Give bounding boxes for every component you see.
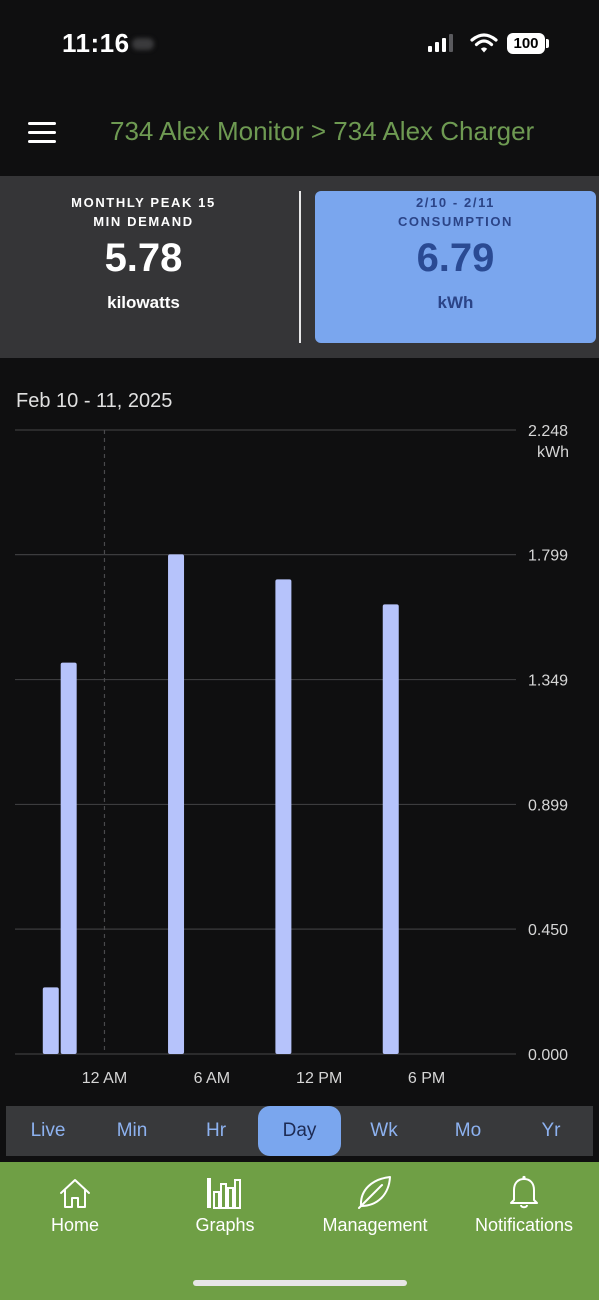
consumption-label-line1: 2/10 - 2/11: [415, 195, 496, 210]
chart-bar: [382, 604, 399, 1054]
y-tick-label: 0.899: [528, 797, 568, 814]
consumption-unit: kWh: [437, 293, 474, 312]
consumption-card[interactable]: 2/10 - 2/11 CONSUMPTION 6.79 kWh: [315, 191, 596, 343]
chart-bar: [168, 554, 185, 1054]
status-time: 11:16: [62, 28, 130, 58]
x-tick-label: 12 AM: [82, 1070, 127, 1087]
cellular-signal-icon: [428, 34, 453, 52]
consumption-chart[interactable]: 0.000 0.450 0.899 1.349 1.799 2.248 kWh 12 AM 6 …: [0, 420, 599, 1100]
y-tick-label: 1.349: [528, 673, 568, 690]
battery-icon: 100: [507, 33, 545, 54]
range-tabs: Live Min Hr Day Wk Mo Yr: [6, 1106, 593, 1156]
nav-home-label: Home: [50, 1215, 99, 1235]
nav-home[interactable]: Home: [20, 1162, 130, 1236]
tab-day[interactable]: Day: [258, 1106, 341, 1156]
peak-demand-unit: kilowatts: [107, 293, 180, 312]
nav-management[interactable]: Management: [310, 1162, 440, 1236]
x-tick-label: 12 PM: [296, 1070, 342, 1087]
battery-tip: [546, 39, 549, 48]
nav-notifications[interactable]: Notifications: [462, 1162, 586, 1236]
leaf-icon: [358, 1176, 391, 1209]
peak-label-line2: MIN DEMAND: [93, 214, 194, 229]
bell-icon: [510, 1175, 538, 1209]
tab-live[interactable]: Live: [6, 1106, 90, 1156]
home-icon: [60, 1179, 90, 1208]
wifi-icon: [470, 33, 498, 53]
summary-divider: [299, 191, 301, 343]
page-title[interactable]: 734 Alex Monitor > 734 Alex Charger: [110, 116, 534, 147]
chart-date-range: Feb 10 - 11, 2025: [16, 390, 173, 412]
tab-hr[interactable]: Hr: [174, 1106, 258, 1156]
chart-bar: [275, 579, 292, 1054]
blurred-carrier-indicator: [132, 38, 154, 50]
nav-management-label: Management: [322, 1215, 428, 1235]
chart-bar: [60, 662, 77, 1054]
y-tick-label: 1.799: [528, 548, 568, 565]
tab-wk[interactable]: Wk: [342, 1106, 426, 1156]
peak-demand-value: 5.78: [104, 236, 183, 280]
peak-label-line1: MONTHLY PEAK 15: [71, 195, 216, 210]
x-tick-label: 6 PM: [408, 1070, 445, 1087]
home-indicator: [193, 1280, 407, 1286]
y-tick-label: 0.450: [528, 922, 568, 939]
x-tick-label: 6 AM: [194, 1070, 230, 1087]
nav-notifications-label: Notifications: [474, 1215, 574, 1235]
tab-min[interactable]: Min: [90, 1106, 174, 1156]
bar-chart-icon: [207, 1178, 241, 1209]
consumption-value: 6.79: [416, 236, 495, 280]
tab-yr[interactable]: Yr: [509, 1106, 593, 1156]
chart-bar: [42, 987, 59, 1054]
y-tick-label: 2.248: [528, 423, 568, 440]
y-axis-unit: kWh: [537, 444, 569, 461]
nav-graphs[interactable]: Graphs: [170, 1162, 280, 1236]
tab-mo[interactable]: Mo: [426, 1106, 510, 1156]
monthly-peak-card[interactable]: MONTHLY PEAK 15 MIN DEMAND 5.78 kilowatt…: [0, 176, 299, 358]
y-tick-label: 0.000: [528, 1047, 568, 1064]
nav-graphs-label: Graphs: [195, 1215, 255, 1235]
menu-icon[interactable]: [28, 122, 58, 144]
consumption-label-line2: CONSUMPTION: [397, 214, 514, 229]
